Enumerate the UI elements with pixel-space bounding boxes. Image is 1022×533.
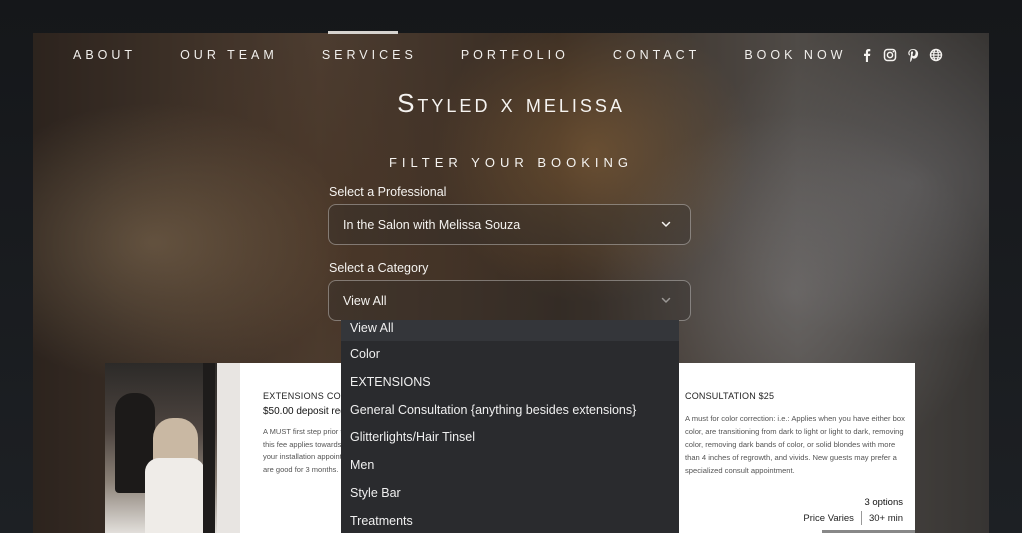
nav-about[interactable]: ABOUT xyxy=(73,48,136,62)
card-title: CONSULTATION $25 xyxy=(685,391,775,401)
card-title: EXTENSIONS CONSULTATION xyxy=(263,391,341,401)
card-text: EXTENSIONS CONSULTATION $50.00 deposit r… xyxy=(263,391,341,476)
social-links xyxy=(860,48,943,63)
chevron-down-icon xyxy=(660,294,672,309)
nav-services[interactable]: SERVICES xyxy=(322,31,417,62)
card-options-count: 3 options xyxy=(864,497,903,508)
service-card-extensions[interactable]: EXTENSIONS CONSULTATION $50.00 deposit r… xyxy=(105,363,341,533)
filter-title: FILTER YOUR BOOKING xyxy=(388,155,634,170)
service-card-consultation[interactable]: CONSULTATION $25 A must for color correc… xyxy=(679,363,915,533)
facebook-icon[interactable] xyxy=(860,48,874,62)
category-select-value: View All xyxy=(343,293,387,308)
card-description: A MUST first step prior to booking exten… xyxy=(263,427,341,474)
professional-select-value: In the Salon with Melissa Souza xyxy=(343,217,521,232)
brand-logo[interactable]: Styled x melissa xyxy=(0,88,1022,119)
professional-select[interactable]: In the Salon with Melissa Souza xyxy=(328,204,691,245)
main-nav: ABOUT OUR TEAM SERVICES PORTFOLIO CONTAC… xyxy=(73,31,846,64)
chevron-down-icon xyxy=(660,218,672,233)
category-label: Select a Category xyxy=(329,261,429,275)
card-duration: 30+ min xyxy=(868,512,903,524)
card-meta: Price Varies 30+ min xyxy=(803,511,903,525)
category-select[interactable]: View All xyxy=(328,280,691,321)
nav-portfolio[interactable]: PORTFOLIO xyxy=(461,48,569,62)
stylist-photo xyxy=(105,363,240,533)
dropdown-option-general-consultation[interactable]: General Consultation {anything besides e… xyxy=(341,397,679,425)
nav-contact[interactable]: CONTACT xyxy=(613,48,701,62)
card-description: A must for color correction: i.e.: Appli… xyxy=(685,414,905,475)
card-deposit: $50.00 deposit required xyxy=(263,406,341,417)
nav-our-team[interactable]: OUR TEAM xyxy=(180,48,278,62)
instagram-icon[interactable] xyxy=(883,48,897,62)
dropdown-option-style-bar[interactable]: Style Bar xyxy=(341,480,679,508)
professional-label: Select a Professional xyxy=(329,185,447,199)
divider xyxy=(860,511,862,525)
dropdown-option-treatments[interactable]: Treatments xyxy=(341,508,679,533)
dropdown-option-glitterlights[interactable]: Glitterlights/Hair Tinsel xyxy=(341,424,679,452)
globe-icon[interactable] xyxy=(929,48,943,62)
category-dropdown-list: View All Color EXTENSIONS General Consul… xyxy=(341,320,679,533)
pinterest-icon[interactable] xyxy=(906,48,920,63)
card-price: Price Varies xyxy=(803,512,854,524)
nav-book-now[interactable]: BOOK NOW xyxy=(744,48,846,62)
dropdown-option-men[interactable]: Men xyxy=(341,452,679,480)
dropdown-option-extensions[interactable]: EXTENSIONS xyxy=(341,369,679,397)
dropdown-option-view-all[interactable]: View All xyxy=(341,320,679,341)
dropdown-option-color[interactable]: Color xyxy=(341,341,679,369)
